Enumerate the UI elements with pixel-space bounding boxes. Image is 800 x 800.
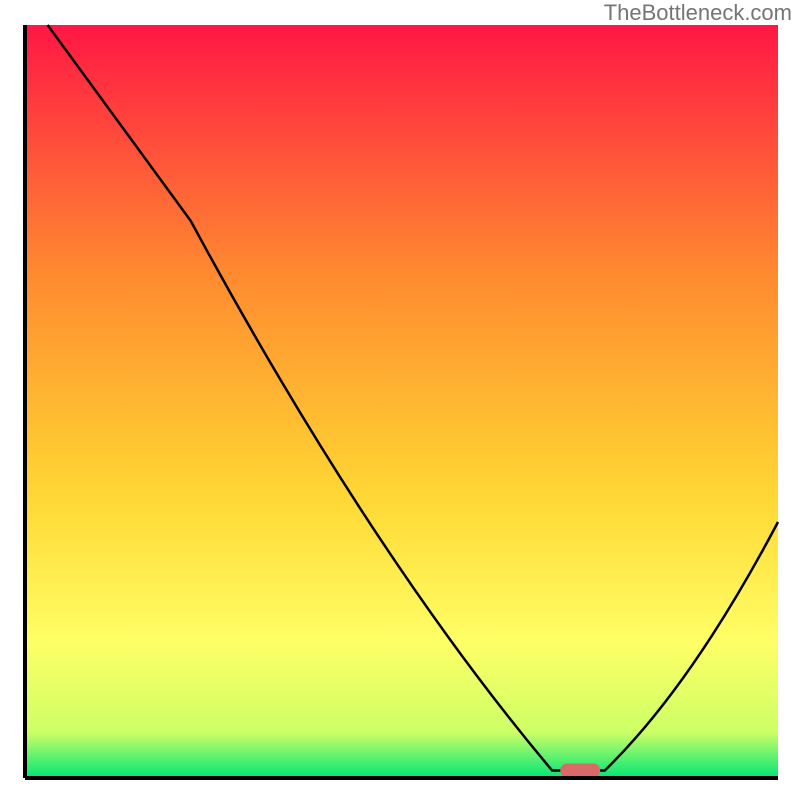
optimal-point-marker: [560, 763, 600, 777]
watermark-text: TheBottleneck.com: [604, 0, 792, 26]
gradient-background: [25, 25, 778, 778]
chart-container: TheBottleneck.com: [0, 0, 800, 800]
bottleneck-chart: [0, 0, 800, 800]
